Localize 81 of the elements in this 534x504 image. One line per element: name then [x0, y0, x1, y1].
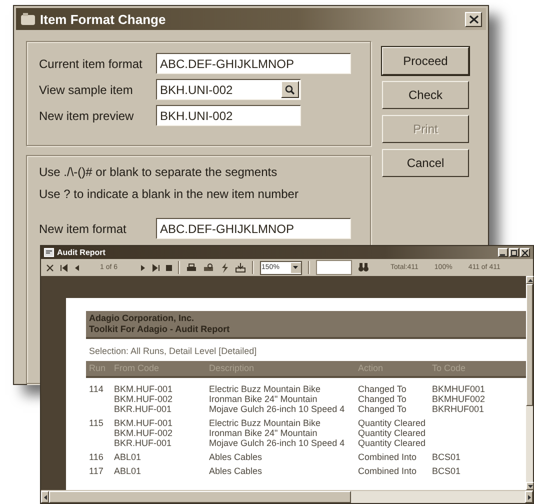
input-field[interactable]: BKH.UNI-002: [156, 105, 301, 126]
field-label: New item preview: [39, 108, 135, 122]
maximize-button[interactable]: [509, 248, 519, 257]
instruction-text: Use ./\-()# or blank to separate the segments: [39, 165, 278, 179]
close-icon: [468, 14, 478, 24]
folder-icon: [20, 12, 36, 26]
table-cell-text: BKR.HUF-001: [114, 404, 173, 414]
field-label: Current item format: [39, 56, 144, 70]
window-title: Item Format Change: [40, 12, 167, 26]
window-title: Audit Report: [57, 248, 106, 257]
search-icon: [285, 84, 295, 94]
table-cell-text: BKMHUF002: [432, 394, 486, 404]
dialog-button[interactable]: Proceed: [382, 47, 469, 75]
search-button[interactable]: [281, 81, 299, 98]
first-page-icon[interactable]: [60, 264, 68, 272]
field-label: View sample item: [39, 82, 134, 96]
close-icon[interactable]: [46, 264, 54, 272]
search-field[interactable]: [316, 260, 352, 275]
minimize-button[interactable]: [498, 248, 508, 257]
run-number: 117: [89, 466, 104, 476]
run-number: 114: [89, 384, 104, 394]
table-cell-text: BCS01: [432, 466, 462, 476]
printer-setup-icon[interactable]: [202, 262, 214, 272]
instruction-text: Use ? to indicate a blank in the new item number: [39, 187, 300, 201]
horizontal-scrollbar[interactable]: [41, 490, 533, 503]
dropdown-arrow-icon: [293, 266, 298, 269]
binoculars-icon[interactable]: [358, 263, 369, 272]
table-cell-text: Electric Buzz Mountain Bike: [209, 384, 322, 394]
selection-text: Selection: All Runs, Detail Level [Detailed]: [89, 346, 258, 356]
dialog-button[interactable]: Cancel: [382, 149, 469, 177]
table-cell-text: BKR.HUF-001: [114, 438, 173, 448]
table-cell-text: ABL01: [114, 452, 142, 462]
table-cell-text: BKM.HUF-001: [114, 418, 174, 428]
table-cell-text: Ables Cables: [209, 466, 264, 476]
table-cell-text: BKMHUF001: [432, 384, 486, 394]
close-button[interactable]: [465, 12, 482, 26]
table-cell-text: Combined Into: [358, 452, 418, 462]
table-cell-text: BKM.HUF-002: [114, 394, 174, 404]
dialog-button[interactable]: Check: [382, 81, 469, 109]
input-field[interactable]: ABC.DEF-GHIJKLMNOP: [156, 53, 351, 74]
input-field[interactable]: BKH.UNI-002: [156, 79, 301, 100]
scroll-right-icon[interactable]: [528, 494, 530, 500]
company-name: Adagio Corporation, Inc.: [89, 313, 195, 324]
table-cell-text: Ironman Bike 24" Mountain: [209, 428, 318, 438]
table-cell-text: Quantity Cleared: [358, 418, 427, 428]
vertical-scrollbar[interactable]: [526, 276, 533, 490]
printer-icon[interactable]: [186, 262, 197, 272]
table-cell-text: Electric Buzz Mountain Bike: [209, 418, 322, 428]
table-cell-text: Combined Into: [358, 466, 418, 476]
report-title: Toolkit For Adagio - Audit Report: [89, 324, 231, 335]
table-cell-text: Quantity Cleared: [358, 428, 427, 438]
field-label: New item format: [39, 222, 128, 236]
stop-icon[interactable]: [166, 264, 172, 270]
scroll-down-icon[interactable]: [528, 484, 532, 488]
table-cell-text: Quantity Cleared: [358, 438, 427, 448]
table-cell-text: Changed To: [358, 384, 408, 394]
table-cell-text: Changed To: [358, 394, 408, 404]
close-button[interactable]: [520, 248, 530, 257]
table-cell-text: BKM.HUF-002: [114, 428, 174, 438]
table-cell-text: ABL01: [114, 466, 142, 476]
last-page-icon[interactable]: [152, 264, 160, 272]
lightning-icon[interactable]: [220, 262, 229, 272]
table-cell-text: Changed To: [358, 404, 408, 414]
export-icon[interactable]: [234, 262, 246, 272]
input-field[interactable]: ABC.DEF-GHIJKLMNOP: [156, 218, 351, 239]
run-number: 116: [89, 452, 104, 462]
table-cell-text: BKM.HUF-001: [114, 384, 174, 394]
scroll-left-icon[interactable]: [44, 494, 46, 500]
next-page-icon[interactable]: [140, 264, 146, 272]
table-cell-text: Ironman Bike 24" Mountain: [209, 394, 318, 404]
maximize-icon: [511, 250, 517, 256]
previous-page-icon[interactable]: [74, 264, 80, 272]
run-number: 115: [89, 418, 104, 428]
table-cell-text: BCS01: [432, 452, 462, 462]
table-cell-text: Mojave Gulch 26-inch 10 Speed 4: [209, 438, 346, 448]
report-icon: [44, 248, 54, 257]
table-cell-text: Mojave Gulch 26-inch 10 Speed 4: [209, 404, 346, 414]
table-cell-text: BKRHUF001: [432, 404, 486, 414]
table-cell-text: Ables Cables: [209, 452, 264, 462]
close-icon: [522, 250, 528, 256]
scroll-up-icon[interactable]: [528, 278, 532, 282]
